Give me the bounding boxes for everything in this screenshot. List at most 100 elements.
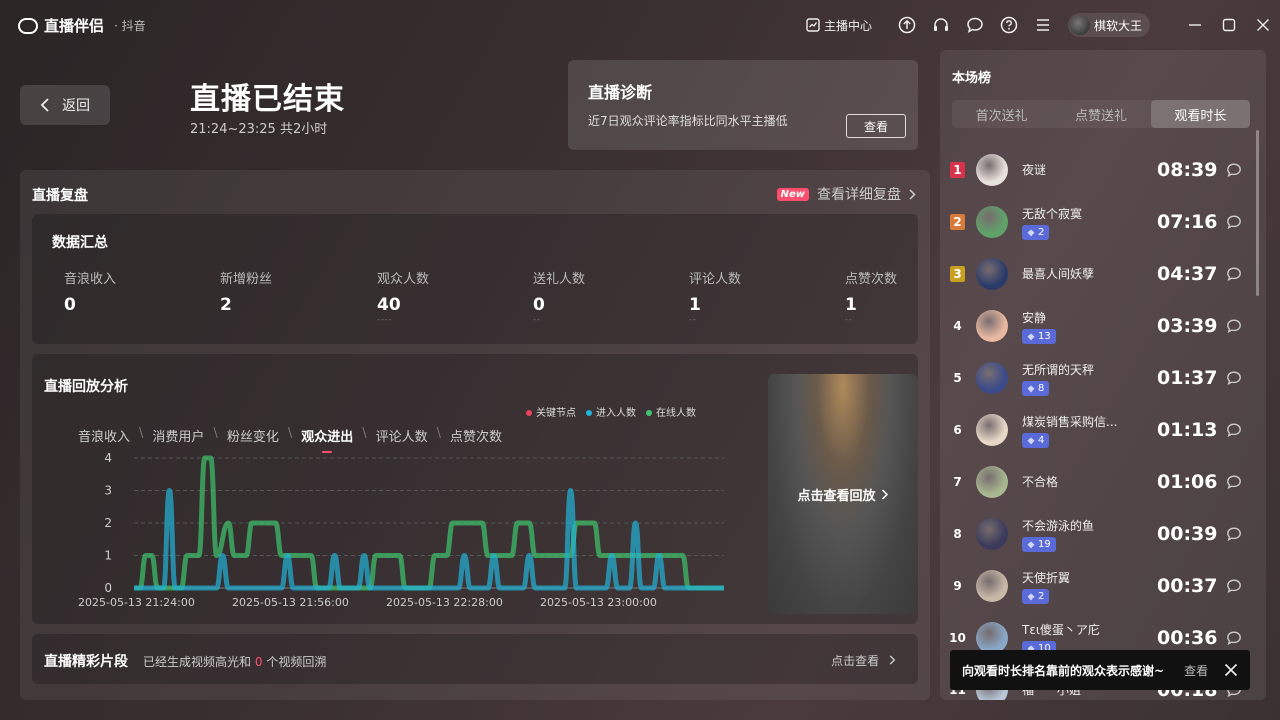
metric-item[interactable]: 送礼人数 0 --	[533, 268, 653, 324]
toast-view-button[interactable]: 查看	[1184, 662, 1208, 679]
message-icon[interactable]	[1226, 526, 1242, 542]
viewer-name: 安静	[1022, 311, 1047, 325]
headset-icon[interactable]	[932, 16, 950, 34]
metric-item[interactable]: 观众人数 40 ----	[377, 268, 497, 324]
tab-fans[interactable]: 粉丝变化	[227, 426, 279, 445]
metric-underline: --	[689, 315, 697, 324]
message-icon[interactable]	[1226, 162, 1242, 178]
fan-level-badge: 4	[1022, 433, 1050, 448]
list-item[interactable]: 5 无所谓的天秤 8 01:37	[940, 352, 1256, 404]
watch-duration: 00:36	[1157, 627, 1218, 649]
avatar[interactable]	[976, 414, 1008, 446]
metric-underline: ----	[377, 315, 393, 324]
message-icon[interactable]	[1226, 318, 1242, 334]
list-item[interactable]: 6 煤炭销售采购信... 4 01:13	[940, 404, 1256, 456]
tab-like-gift[interactable]: 点赞送礼	[1051, 100, 1150, 128]
tab-consumers[interactable]: 消费用户	[152, 426, 204, 445]
diagnosis-desc: 近7日观众评论率指标比同水平主播低	[588, 114, 788, 128]
logo-icon	[18, 17, 38, 34]
avatar[interactable]	[976, 362, 1008, 394]
tab-first-gift[interactable]: 首次送礼	[952, 100, 1051, 128]
message-icon[interactable]	[1226, 422, 1242, 438]
diamond-icon	[1027, 385, 1035, 392]
back-label: 返回	[62, 98, 90, 114]
detail-review-link[interactable]: New 查看详细复盘	[776, 184, 916, 204]
metric-underline: --	[533, 315, 541, 324]
replay-label: 点击查看回放	[797, 488, 876, 504]
avatar[interactable]	[976, 258, 1008, 290]
message-icon[interactable]	[1226, 630, 1242, 646]
tab-audience-flow[interactable]: 观众进出	[301, 426, 353, 453]
help-icon[interactable]	[1000, 16, 1018, 34]
app-platform: · 抖音	[114, 19, 146, 33]
chevron-right-icon	[881, 488, 888, 500]
rank-number: 5	[953, 371, 962, 385]
upload-icon[interactable]	[898, 16, 916, 34]
tab-watch-time[interactable]: 观看时长	[1150, 100, 1250, 128]
y-tick-label: 2	[104, 516, 112, 530]
avatar[interactable]	[976, 310, 1008, 342]
diagnosis-view-button[interactable]: 查看	[846, 114, 906, 138]
message-icon[interactable]	[1226, 370, 1242, 386]
list-item[interactable]: 1 夜谜 08:39	[940, 144, 1256, 196]
detail-review-label: 查看详细复盘	[817, 187, 901, 203]
avatar[interactable]	[976, 570, 1008, 602]
leaderboard-list: 1 夜谜 08:39 2 无敌个寂寞 2 07:16 3 最喜人间妖孽 04:37 4 安静 13 03:…	[940, 144, 1256, 700]
anchor-center-button[interactable]: 主播中心	[806, 17, 872, 34]
rank-number: 9	[953, 579, 962, 593]
leaderboard-scrollbar[interactable]	[1256, 130, 1259, 296]
menu-icon[interactable]	[1034, 16, 1052, 34]
viewer-name: 煤炭销售采购信...	[1022, 415, 1118, 429]
watch-duration: 01:06	[1157, 471, 1218, 493]
avatar[interactable]	[976, 466, 1008, 498]
message-icon[interactable]	[1226, 474, 1242, 490]
message-icon[interactable]	[1226, 578, 1242, 594]
list-item[interactable]: 8 不会游泳的鱼 19 00:39	[940, 508, 1256, 560]
list-item[interactable]: 7 不合格 01:06	[940, 456, 1256, 508]
replay-preview[interactable]: 点击查看回放	[768, 374, 918, 614]
tab-likes[interactable]: 点赞次数	[450, 426, 502, 445]
watch-duration: 01:13	[1157, 419, 1218, 441]
tab-revenue[interactable]: 音浪收入	[78, 426, 130, 445]
rank-number: 4	[953, 319, 962, 333]
viewer-name: 最喜人间妖孽	[1022, 267, 1095, 281]
watch-duration: 00:37	[1157, 575, 1218, 597]
app-name: 直播伴侣	[44, 17, 105, 35]
metric-value: 0	[533, 295, 545, 315]
highlights-title: 直播精彩片段	[44, 654, 128, 670]
anchor-center-icon	[806, 18, 820, 32]
user-profile-button[interactable]: 棋软大王	[1067, 13, 1150, 37]
rank-number: 2	[950, 214, 965, 230]
viewer-name: 无敌个寂寞	[1022, 207, 1083, 221]
avatar[interactable]	[976, 518, 1008, 550]
maximize-icon[interactable]	[1212, 8, 1246, 42]
fan-level-badge: 8	[1022, 381, 1050, 396]
minimize-icon[interactable]	[1178, 8, 1212, 42]
rank-number: 3	[950, 266, 965, 282]
list-item[interactable]: 4 安静 13 03:39	[940, 300, 1256, 352]
tab-comments[interactable]: 评论人数	[376, 426, 428, 445]
metric-value: 2	[220, 295, 232, 315]
close-icon[interactable]	[1246, 8, 1280, 42]
replay-analysis-card: 直播回放分析 关键节点 进入人数 在线人数 音浪收入 \ 消费用户 \ 粉丝变化 \ …	[32, 354, 918, 624]
legend-item: 进入人数	[586, 404, 636, 419]
highlights-view-link[interactable]: 点击查看	[831, 652, 896, 669]
x-tick-label: 2025-05-13 23:00:00	[540, 596, 657, 609]
metric-item: 音浪收入 0	[64, 268, 184, 315]
list-item[interactable]: 9 天使折翼 2 00:37	[940, 560, 1256, 612]
viewer-name: 不合格	[1022, 475, 1059, 489]
metric-label: 观众人数	[377, 272, 430, 287]
metric-item[interactable]: 评论人数 1 --	[689, 268, 809, 324]
diagnosis-title: 直播诊断	[588, 83, 653, 102]
message-icon[interactable]	[966, 16, 984, 34]
rank-number: 6	[953, 423, 962, 437]
watch-duration: 04:37	[1157, 263, 1218, 285]
avatar[interactable]	[976, 206, 1008, 238]
message-icon[interactable]	[1226, 214, 1242, 230]
list-item[interactable]: 3 最喜人间妖孽 04:37	[940, 248, 1256, 300]
message-icon[interactable]	[1226, 266, 1242, 282]
close-icon[interactable]	[1224, 663, 1238, 677]
avatar[interactable]	[976, 154, 1008, 186]
back-button[interactable]: 返回	[20, 85, 110, 125]
list-item[interactable]: 2 无敌个寂寞 2 07:16	[940, 196, 1256, 248]
